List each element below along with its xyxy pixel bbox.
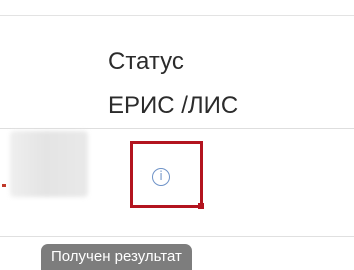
header-row-divider — [0, 128, 354, 129]
info-icon[interactable]: i — [152, 168, 170, 186]
blurred-cell-content — [10, 131, 88, 197]
column-header-line-2: ЕРИС /ЛИС — [108, 92, 239, 119]
column-header-line-1: Статус — [108, 48, 184, 75]
column-header-status[interactable]: Статус ЕРИС /ЛИС — [108, 40, 238, 128]
row-divider — [0, 236, 354, 237]
status-tooltip: Получен результат — [41, 244, 192, 270]
table-top-divider — [0, 15, 354, 16]
row-marker — [2, 184, 6, 187]
